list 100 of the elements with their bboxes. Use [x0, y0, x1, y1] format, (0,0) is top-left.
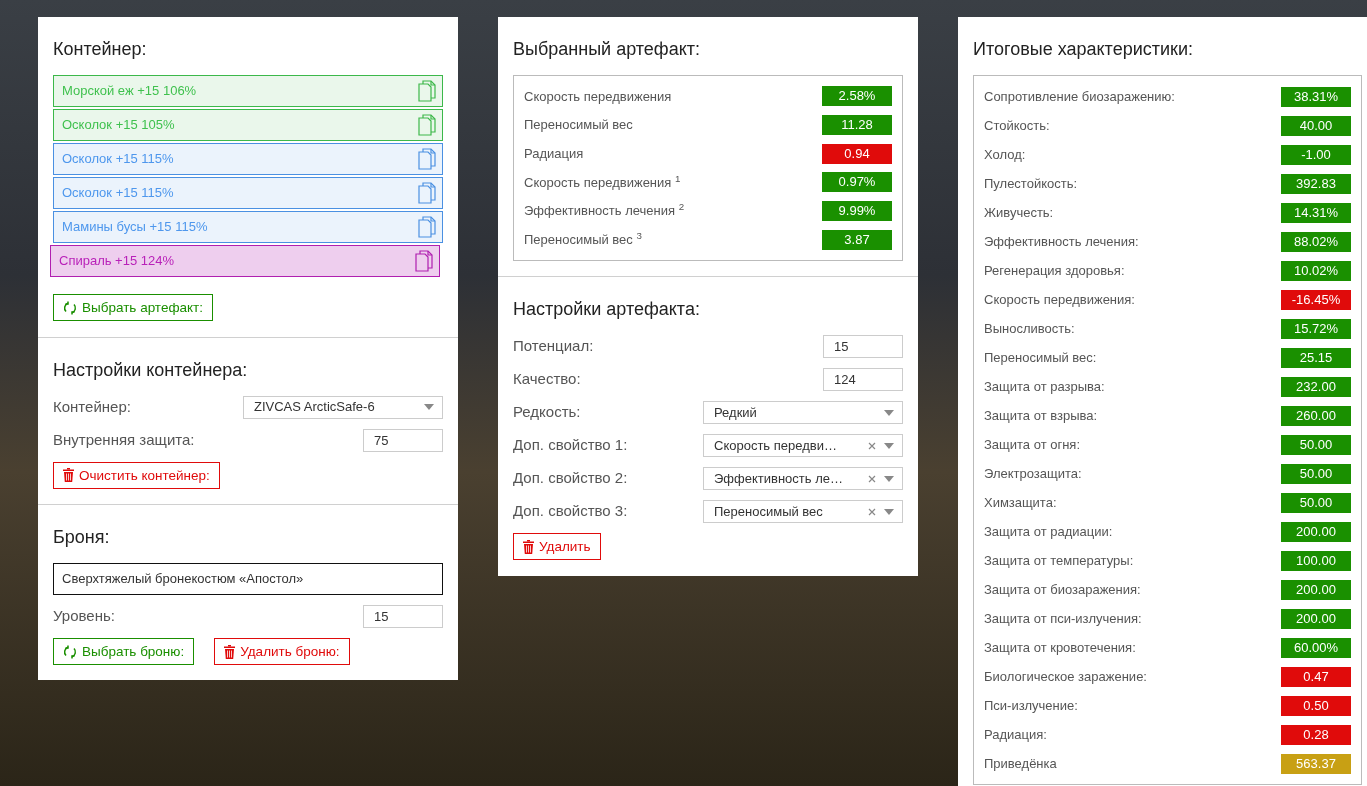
armor-name-field[interactable]: Сверхтяжелый бронекостюм «Апостол»: [53, 563, 443, 595]
stat-label: Скорость передвижения:: [984, 290, 1135, 309]
stat-value: 100.00: [1281, 550, 1351, 571]
artifact-item[interactable]: Мамины бусы +15 115%: [53, 211, 443, 243]
stat-label: Защита от пси-излучения:: [984, 609, 1142, 628]
input-field[interactable]: 124: [823, 368, 903, 392]
dropdown[interactable]: Переносимый вес: [703, 500, 903, 524]
copy-icon: [418, 182, 436, 204]
clear-container-button[interactable]: Очистить контейнер:: [53, 461, 220, 489]
stat-value: 200.00: [1281, 579, 1351, 600]
stat-value: 0.28: [1281, 724, 1351, 745]
caret-icon: [884, 409, 894, 416]
refresh-icon: [63, 300, 77, 315]
section-title: Настройки артефакта:: [513, 298, 701, 322]
dropdown[interactable]: ZIVCAS ArcticSafe-6: [243, 395, 443, 419]
pick-artifact-button[interactable]: Выбрать артефакт:: [53, 294, 213, 321]
stat-value: 0.50: [1281, 695, 1351, 716]
stat-value: 11.28: [822, 115, 892, 136]
stat-label: Холод:: [984, 145, 1026, 164]
stat-label: Скорость передвижения: [524, 87, 672, 106]
field-label: Контейнер:: [53, 396, 131, 417]
delete-armor-button[interactable]: Удалить броню:: [214, 638, 350, 665]
stat-value: 38.31%: [1281, 86, 1351, 107]
stat-value: 563.37: [1281, 753, 1351, 774]
stat-value: 15.72%: [1281, 318, 1351, 339]
stat-label: Эффективность лечения:: [984, 232, 1139, 251]
stat-label: Защита от взрыва:: [984, 406, 1098, 425]
clear-icon[interactable]: [868, 474, 876, 483]
artifact-item[interactable]: Осколок +15 115%: [53, 143, 443, 175]
stat-label: Химзащита:: [984, 493, 1057, 512]
stat-label: Сопротивление биозаражению:: [984, 87, 1175, 106]
artifact-item[interactable]: Осколок +15 115%: [53, 177, 443, 209]
stat-value: 0.47: [1281, 666, 1351, 687]
stat-value: 50.00: [1281, 434, 1351, 455]
stat-label: Радиация: [524, 144, 584, 163]
field-label: Доп. свойство 2:: [513, 468, 628, 489]
stat-label: Защита от разрыва:: [984, 377, 1105, 396]
stat-value: 392.83: [1281, 173, 1351, 194]
stat-value: 40.00: [1281, 115, 1351, 136]
stat-label: Защита от температуры:: [984, 551, 1134, 570]
copy-icon: [418, 80, 436, 102]
dropdown[interactable]: Редкий: [703, 401, 903, 425]
stat-value: 232.00: [1281, 376, 1351, 397]
input-field[interactable]: 75: [363, 428, 443, 452]
caret-icon: [884, 475, 894, 482]
input-field[interactable]: 15: [363, 605, 443, 628]
stat-label: Пулестойкость:: [984, 174, 1078, 193]
pick-armor-button[interactable]: Выбрать броню:: [53, 638, 195, 665]
copy-icon: [418, 216, 436, 238]
field-label: Редкость:: [513, 402, 581, 423]
stat-label: Живучесть:: [984, 203, 1054, 222]
stat-label: Скорость передвижения $^{1}$: [524, 172, 681, 192]
section-title: Выбранный артефакт:: [513, 38, 701, 61]
clear-icon[interactable]: [868, 507, 876, 516]
stat-label: Защита от радиации:: [984, 522, 1113, 541]
stat-value: 60.00%: [1281, 637, 1351, 658]
stat-label: Защита от биозаражения:: [984, 580, 1141, 599]
stat-label: Эффективность лечения $^{2}$: [524, 201, 685, 221]
stat-label: Приведёнка: [984, 754, 1057, 773]
stat-label: Выносливость:: [984, 319, 1075, 338]
stat-label: Переносимый вес: [524, 116, 633, 135]
field-label: Внутренняя защита:: [53, 429, 195, 450]
stat-label: Защита от огня:: [984, 435, 1080, 454]
stat-value: -1.00: [1281, 144, 1351, 165]
section-title: Контейнер:: [53, 38, 148, 61]
delete-artifact-button[interactable]: Удалить: [513, 533, 601, 561]
copy-icon: [418, 114, 436, 136]
field-label: Потенциал:: [513, 336, 594, 357]
trash-icon: [523, 539, 534, 554]
stat-label: Электрозащита:: [984, 464, 1082, 483]
clear-icon[interactable]: [868, 441, 876, 450]
stat-value: 200.00: [1281, 608, 1351, 629]
stat-value: 3.87: [822, 229, 892, 250]
stat-label: Переносимый вес:: [984, 348, 1097, 367]
stat-label: Пси-излучение:: [984, 696, 1078, 715]
stat-value: 50.00: [1281, 492, 1351, 513]
stat-value: 2.58%: [822, 86, 892, 107]
caret-icon: [424, 404, 434, 410]
stat-value: 88.02%: [1281, 231, 1351, 252]
stat-value: 25.15: [1281, 347, 1351, 368]
field-label: Доп. свойство 3:: [513, 501, 628, 522]
dropdown[interactable]: Скорость передви…: [703, 434, 903, 458]
stat-value: 50.00: [1281, 463, 1351, 484]
dropdown[interactable]: Эффективность ле…: [703, 467, 903, 491]
stat-value: 14.31%: [1281, 202, 1351, 223]
artifact-item[interactable]: Спираль +15 124%: [50, 245, 440, 277]
input-field[interactable]: 15: [823, 335, 903, 359]
field-label: Доп. свойство 1:: [513, 435, 628, 456]
stat-value: 10.02%: [1281, 260, 1351, 281]
field-label: Качество:: [513, 369, 581, 390]
stat-label: Защита от кровотечения:: [984, 638, 1136, 657]
trash-icon: [224, 644, 236, 659]
section-title: Броня:: [53, 526, 111, 549]
section-title: Итоговые характеристики:: [973, 38, 1194, 61]
stat-label: Радиация:: [984, 725, 1047, 744]
stat-value: 200.00: [1281, 521, 1351, 542]
stat-label: Биологическое заражение:: [984, 667, 1147, 686]
section-title: Настройки контейнера:: [53, 358, 249, 382]
stat-label: Переносимый вес $^{3}$: [524, 230, 642, 250]
stat-value: 0.94: [822, 143, 892, 164]
